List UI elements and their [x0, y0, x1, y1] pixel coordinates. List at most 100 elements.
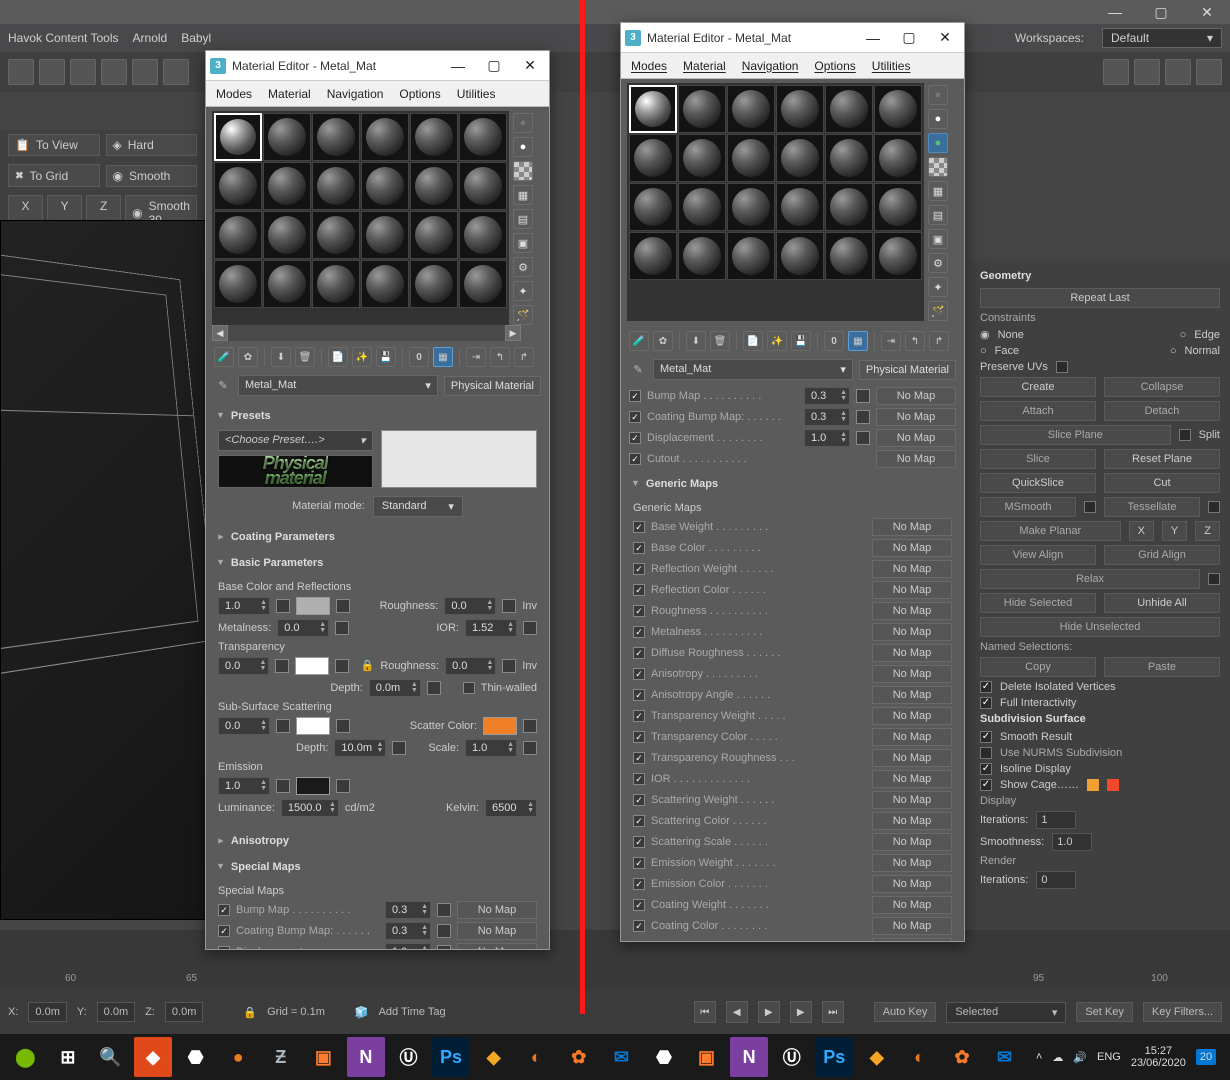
toolbar-icon[interactable]: [1134, 59, 1160, 85]
ior-spin[interactable]: 1.52▲▼: [465, 619, 517, 637]
map-slot-button[interactable]: No Map: [872, 602, 952, 620]
map-enable-check[interactable]: [633, 647, 645, 659]
sample-slot[interactable]: [214, 211, 262, 259]
sample-slot[interactable]: [727, 183, 775, 231]
sample-slot[interactable]: [263, 211, 311, 259]
map-enable-check[interactable]: [218, 904, 230, 916]
sample-slot[interactable]: [263, 260, 311, 308]
map-enable-check[interactable]: [633, 815, 645, 827]
taskbar-unreal-icon[interactable]: Ⓤ: [389, 1037, 428, 1077]
sample-slot[interactable]: [825, 134, 873, 182]
map-amount-spin[interactable]: 0.3▲▼: [804, 408, 850, 426]
map-amount-spin[interactable]: 1.0▲▼: [804, 429, 850, 447]
checker-icon[interactable]: [928, 157, 948, 177]
trough-mapcheck[interactable]: [502, 659, 516, 673]
make-copy-icon[interactable]: 📄: [743, 331, 763, 351]
map-enable-check[interactable]: [633, 689, 645, 701]
paste-button[interactable]: Paste: [1104, 657, 1220, 677]
taskbar-icon[interactable]: ◆: [134, 1037, 173, 1077]
sample-slot[interactable]: [214, 162, 262, 210]
map-slot-button[interactable]: No Map: [872, 749, 952, 767]
hideunsel-button[interactable]: Hide Unselected: [980, 617, 1220, 637]
z-field[interactable]: 0.0m: [165, 1002, 203, 1022]
presets-head[interactable]: ▼Presets: [214, 406, 541, 426]
tray-notifications[interactable]: 20: [1196, 1049, 1216, 1065]
sample-slot[interactable]: [459, 260, 507, 308]
toolbar-icon[interactable]: [101, 59, 127, 85]
map-enable-check[interactable]: [633, 878, 645, 890]
options-icon[interactable]: ⚙: [513, 257, 533, 277]
deleteiso-check[interactable]: [980, 681, 992, 693]
sample-slot[interactable]: [629, 232, 677, 280]
sample-slot[interactable]: [361, 211, 409, 259]
thinwalled-check[interactable]: [463, 682, 475, 694]
basic-head[interactable]: ▼Basic Parameters: [214, 553, 541, 573]
constraint-normal[interactable]: Normal: [1185, 345, 1220, 357]
map-enable-check[interactable]: [629, 432, 641, 444]
cage-color-a[interactable]: [1087, 779, 1099, 791]
sample-slot[interactable]: [361, 113, 409, 161]
eyedropper-icon[interactable]: ✎: [214, 377, 232, 395]
sample-slot[interactable]: [678, 85, 726, 133]
sss-weight-mapcheck[interactable]: [276, 719, 290, 733]
lum-spin[interactable]: 1500.0▲▼: [281, 799, 339, 817]
coating-head[interactable]: ▼Coating Parameters: [214, 527, 541, 547]
nav-up-icon[interactable]: ↰: [905, 331, 925, 351]
get-material-icon[interactable]: 🧪: [629, 331, 649, 351]
sss-color-mapcheck[interactable]: [336, 719, 350, 733]
menu-navigation[interactable]: Navigation: [742, 59, 799, 73]
collapse-button[interactable]: Collapse: [1104, 377, 1220, 397]
emis-color-mapcheck[interactable]: [336, 779, 350, 793]
map-enable-check[interactable]: [633, 542, 645, 554]
trans-weight-mapcheck[interactable]: [275, 659, 289, 673]
video-color-icon[interactable]: ▤: [513, 209, 533, 229]
sss-color-swatch[interactable]: [296, 717, 330, 735]
map-enable-check[interactable]: [633, 710, 645, 722]
sample-slot[interactable]: [263, 113, 311, 161]
map-slot-button[interactable]: No Map: [876, 450, 956, 468]
sample-slot[interactable]: [312, 260, 360, 308]
emis-weight-mapcheck[interactable]: [276, 779, 290, 793]
trans-depth-spin[interactable]: 0.0m▲▼: [369, 679, 421, 697]
map-enable-check[interactable]: [629, 453, 641, 465]
select-by-mat-icon[interactable]: ✦: [928, 277, 948, 297]
background-icon[interactable]: [513, 161, 533, 181]
os-minimize-button[interactable]: —: [1092, 0, 1138, 24]
sample-slot[interactable]: [874, 134, 922, 182]
taskbar-photoshop-icon[interactable]: Ps: [815, 1037, 854, 1077]
to-grid-button[interactable]: 🞮 To Grid: [8, 164, 100, 187]
add-time-tag[interactable]: Add Time Tag: [379, 1006, 446, 1018]
map-enable-check[interactable]: [633, 584, 645, 596]
sample-slot[interactable]: [776, 232, 824, 280]
hidesel-button[interactable]: Hide Selected: [980, 593, 1096, 613]
map-slot-button[interactable]: No Map: [872, 518, 952, 536]
scroll-right[interactable]: ▶: [505, 325, 521, 341]
tray-icon[interactable]: ☁: [1052, 1051, 1063, 1064]
map-slot-button[interactable]: No Map: [872, 623, 952, 641]
playback-play[interactable]: ▶: [758, 1001, 780, 1023]
map-enable-check[interactable]: [633, 626, 645, 638]
taskbar-blender-icon[interactable]: ✿: [560, 1037, 599, 1077]
base-color-swatch[interactable]: [296, 597, 330, 615]
taskbar-search-icon[interactable]: 🔍: [91, 1037, 130, 1077]
taskbar-onenote-icon[interactable]: N: [730, 1037, 769, 1077]
tray-clock[interactable]: 15:2723/06/2020: [1131, 1045, 1186, 1069]
emis-color-swatch[interactable]: [296, 777, 330, 795]
toolbar-icon[interactable]: [132, 59, 158, 85]
toolbar-icon[interactable]: [70, 59, 96, 85]
map-amount-spin[interactable]: 1.0▲▼: [385, 943, 431, 949]
map-slot-check[interactable]: [437, 945, 451, 949]
taskbar-photoshop-icon[interactable]: Ps: [432, 1037, 471, 1077]
material-name-field[interactable]: Metal_Mat▾: [238, 375, 438, 396]
sss-scale-spin[interactable]: 1.0▲▼: [465, 739, 517, 757]
detach-button[interactable]: Detach: [1104, 401, 1220, 421]
sample-slot[interactable]: [727, 232, 775, 280]
to-view-button[interactable]: 📋 To View: [8, 134, 100, 156]
sample-slot[interactable]: [678, 134, 726, 182]
map-slot-check[interactable]: [856, 431, 870, 445]
toolbar-icon[interactable]: [1165, 59, 1191, 85]
cut-button[interactable]: Cut: [1104, 473, 1220, 493]
taskbar-icon[interactable]: ✉: [602, 1037, 641, 1077]
sample-slot[interactable]: [312, 113, 360, 161]
material-type-button[interactable]: Physical Material: [444, 376, 541, 396]
